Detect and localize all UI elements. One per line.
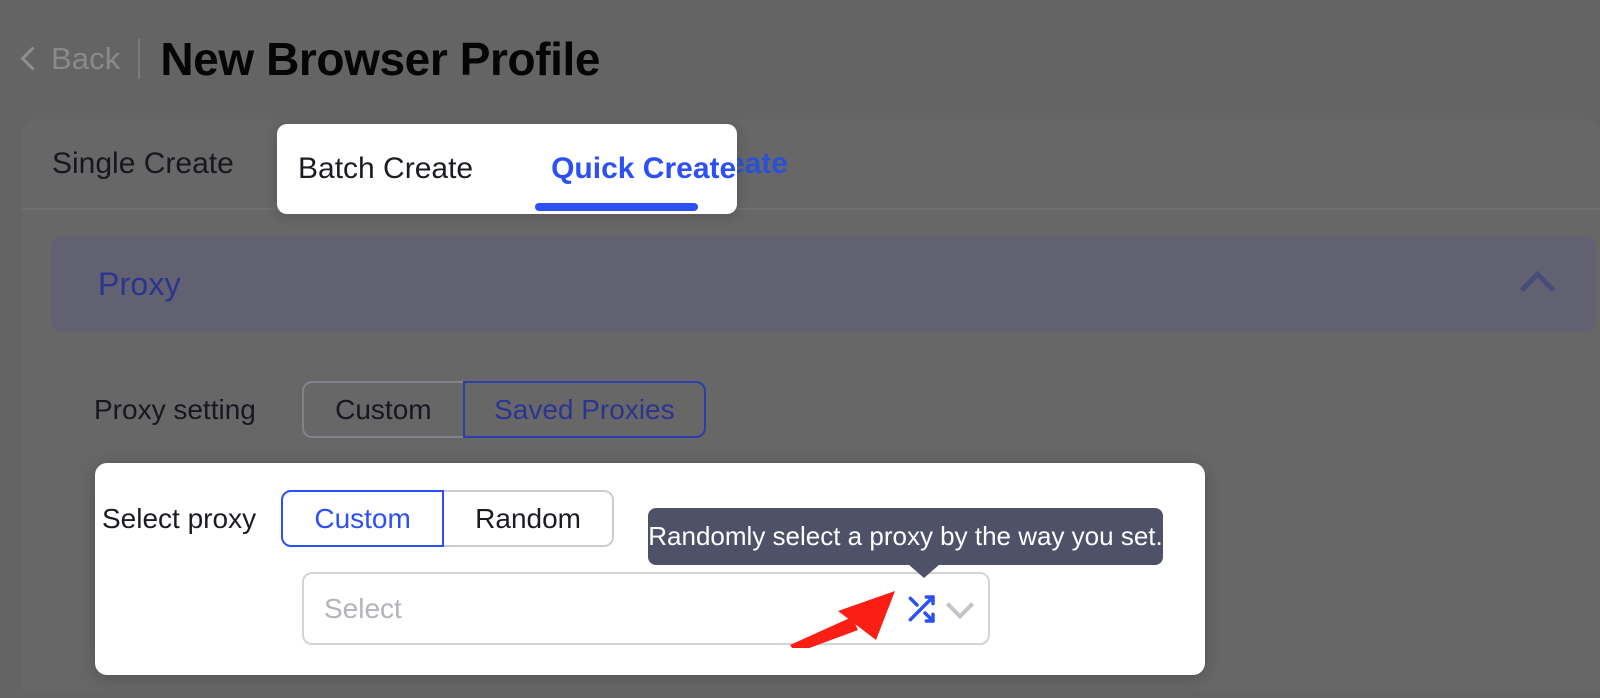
proxy-select-dropdown[interactable]: Select: [302, 572, 990, 645]
back-button-label: Back: [51, 41, 121, 76]
proxy-select-placeholder: Select: [324, 592, 402, 624]
section-title: Proxy: [98, 265, 181, 302]
tooltip-text: Randomly select a proxy by the way you s…: [648, 521, 1163, 551]
proxy-setting-segmented-control: Custom Saved Proxies: [301, 381, 706, 438]
tab-quick-create[interactable]: Quick Create: [551, 152, 736, 186]
tab-bar: Single Create Batch Create Quick Create: [22, 119, 1600, 208]
spotlight-tabs-card: Batch Create Quick Create: [277, 124, 737, 214]
shuffle-icon[interactable]: [905, 593, 937, 625]
chevron-left-icon: [20, 45, 45, 71]
tab-bar-divider: [22, 208, 1600, 210]
back-button[interactable]: Back: [20, 41, 121, 77]
page-root: Back New Browser Profile Single Create B…: [0, 0, 1600, 698]
row-proxy-setting: Proxy setting Custom Saved Proxies: [94, 381, 706, 438]
tab-batch-create[interactable]: Batch Create: [298, 152, 473, 186]
select-proxy-option-custom[interactable]: Custom: [281, 490, 445, 547]
select-proxy-segmented-control: Custom Random: [281, 490, 615, 547]
chevron-down-icon[interactable]: [945, 590, 975, 620]
page-header: Back New Browser Profile: [0, 0, 1600, 118]
proxy-setting-label: Proxy setting: [94, 393, 256, 425]
select-proxy-option-random[interactable]: Random: [444, 490, 615, 547]
tab-active-underline: [535, 203, 698, 211]
chevron-up-icon[interactable]: [1519, 270, 1556, 306]
select-proxy-label: Select proxy: [102, 502, 257, 534]
spotlight-select-proxy-card: Select proxy Custom Random Select: [95, 463, 1205, 675]
header-divider: [138, 39, 141, 79]
tooltip-random-proxy: Randomly select a proxy by the way you s…: [648, 508, 1163, 565]
proxy-setting-option-saved-proxies[interactable]: Saved Proxies: [462, 381, 706, 438]
row-select-proxy: Select proxy Custom Random: [102, 490, 615, 547]
proxy-setting-option-custom[interactable]: Custom: [301, 381, 463, 438]
tooltip-arrow: [908, 564, 940, 578]
section-header-proxy[interactable]: Proxy: [51, 236, 1596, 332]
page-title: New Browser Profile: [160, 33, 601, 85]
tab-single-create[interactable]: Single Create: [52, 147, 234, 181]
